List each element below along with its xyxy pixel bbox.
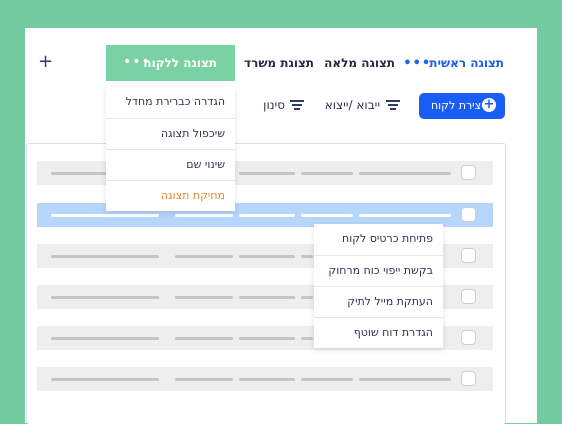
row-checkbox[interactable] <box>461 330 476 345</box>
row-checkbox[interactable] <box>461 165 476 180</box>
tab-main-view[interactable]: תצוגה ראשית <box>429 56 504 70</box>
import-export-label: ייבוא /ייצוא <box>324 98 380 112</box>
create-client-button[interactable]: יצירת לקוח + <box>419 93 505 119</box>
menu-item-request-remote-poa[interactable]: בקשת ייפוי כוח מרחוק <box>314 255 443 286</box>
tab-office-label: תצוגת משרד <box>244 56 314 70</box>
tab-client-label: תצוגה ללקוח <box>143 56 217 70</box>
menu-item-set-report[interactable]: הגדרת דוח שוטף <box>314 317 443 348</box>
menu-item-delete-view[interactable]: מחיקת תצוגה <box>106 180 235 211</box>
row-context-menu: פתיחת כרטיס לקוח בקשת ייפוי כוח מרחוק הע… <box>314 224 443 348</box>
row-checkbox[interactable] <box>461 289 476 304</box>
menu-item-rename[interactable]: שינוי שם <box>106 149 235 180</box>
tab-main-label: תצוגה ראשית <box>429 56 504 70</box>
filter-icon <box>386 100 400 110</box>
filter-label: סינון <box>263 98 285 112</box>
filter-button[interactable]: סינון <box>263 98 285 112</box>
view-options-menu: הגדרה כברירת מחדל שיכפול תצוגה שינוי שם … <box>106 87 235 211</box>
tab-main-dots[interactable]: ••• <box>403 56 431 71</box>
row-checkbox[interactable] <box>461 248 476 263</box>
tab-full-view[interactable]: תצוגה מלאה <box>324 56 395 70</box>
add-tab-button[interactable]: + <box>38 53 53 71</box>
table-row[interactable] <box>37 367 493 391</box>
more-dots-icon[interactable]: ••• <box>403 56 431 71</box>
tab-office-view[interactable]: תצוגת משרד <box>244 56 314 70</box>
plus-circle-icon: + <box>482 97 496 112</box>
row-checkbox[interactable] <box>461 371 476 386</box>
row-checkbox[interactable] <box>461 207 476 222</box>
tab-client-view[interactable]: ••• תצוגה ללקוח <box>106 45 235 81</box>
create-client-label: יצירת לקוח <box>431 99 484 112</box>
tab-full-label: תצוגה מלאה <box>324 56 395 70</box>
menu-item-duplicate-view[interactable]: שיכפול תצוגה <box>106 118 235 149</box>
filter-icon <box>290 100 304 110</box>
menu-item-set-default[interactable]: הגדרה כברירת מחדל <box>106 87 235 118</box>
menu-item-open-client-card[interactable]: פתיחת כרטיס לקוח <box>314 224 443 255</box>
menu-item-copy-email[interactable]: העתקת מייל לתיק <box>314 286 443 317</box>
import-export-button[interactable]: ייבוא /ייצוא <box>325 98 380 112</box>
